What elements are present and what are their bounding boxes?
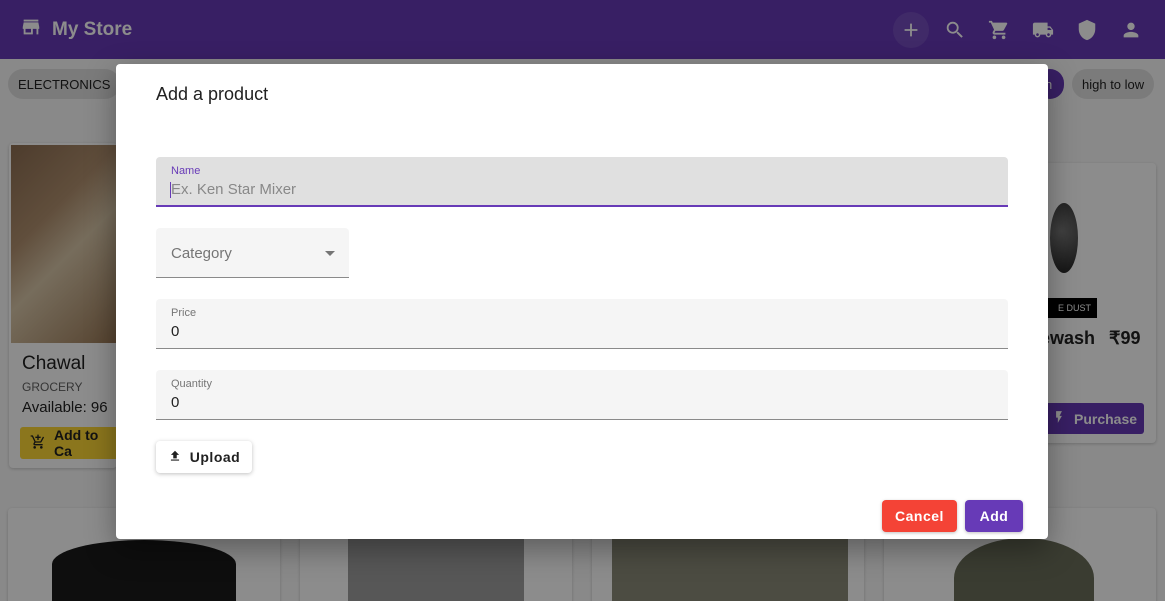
upload-label: Upload [189,449,241,465]
price-label: Price [171,307,197,319]
add-product-dialog: Add a product Name Ex. Ken Star Mixer Ca… [116,64,1048,539]
price-field[interactable]: Price 0 [156,299,1008,349]
quantity-label: Quantity [171,378,212,390]
dropdown-arrow-icon [325,251,335,256]
category-label: Category [171,245,232,262]
name-placeholder: Ex. Ken Star Mixer [171,181,297,198]
price-value: 0 [171,323,180,340]
quantity-value: 0 [171,394,180,411]
name-field[interactable]: Name Ex. Ken Star Mixer [156,157,1008,207]
upload-button[interactable]: Upload [156,441,252,473]
cancel-button[interactable]: Cancel [882,500,957,532]
quantity-field[interactable]: Quantity 0 [156,370,1008,420]
dialog-title: Add a product [156,84,269,104]
name-label: Name [171,165,201,177]
category-select[interactable]: Category [156,228,349,278]
upload-icon [168,449,182,466]
add-button[interactable]: Add [965,500,1023,532]
